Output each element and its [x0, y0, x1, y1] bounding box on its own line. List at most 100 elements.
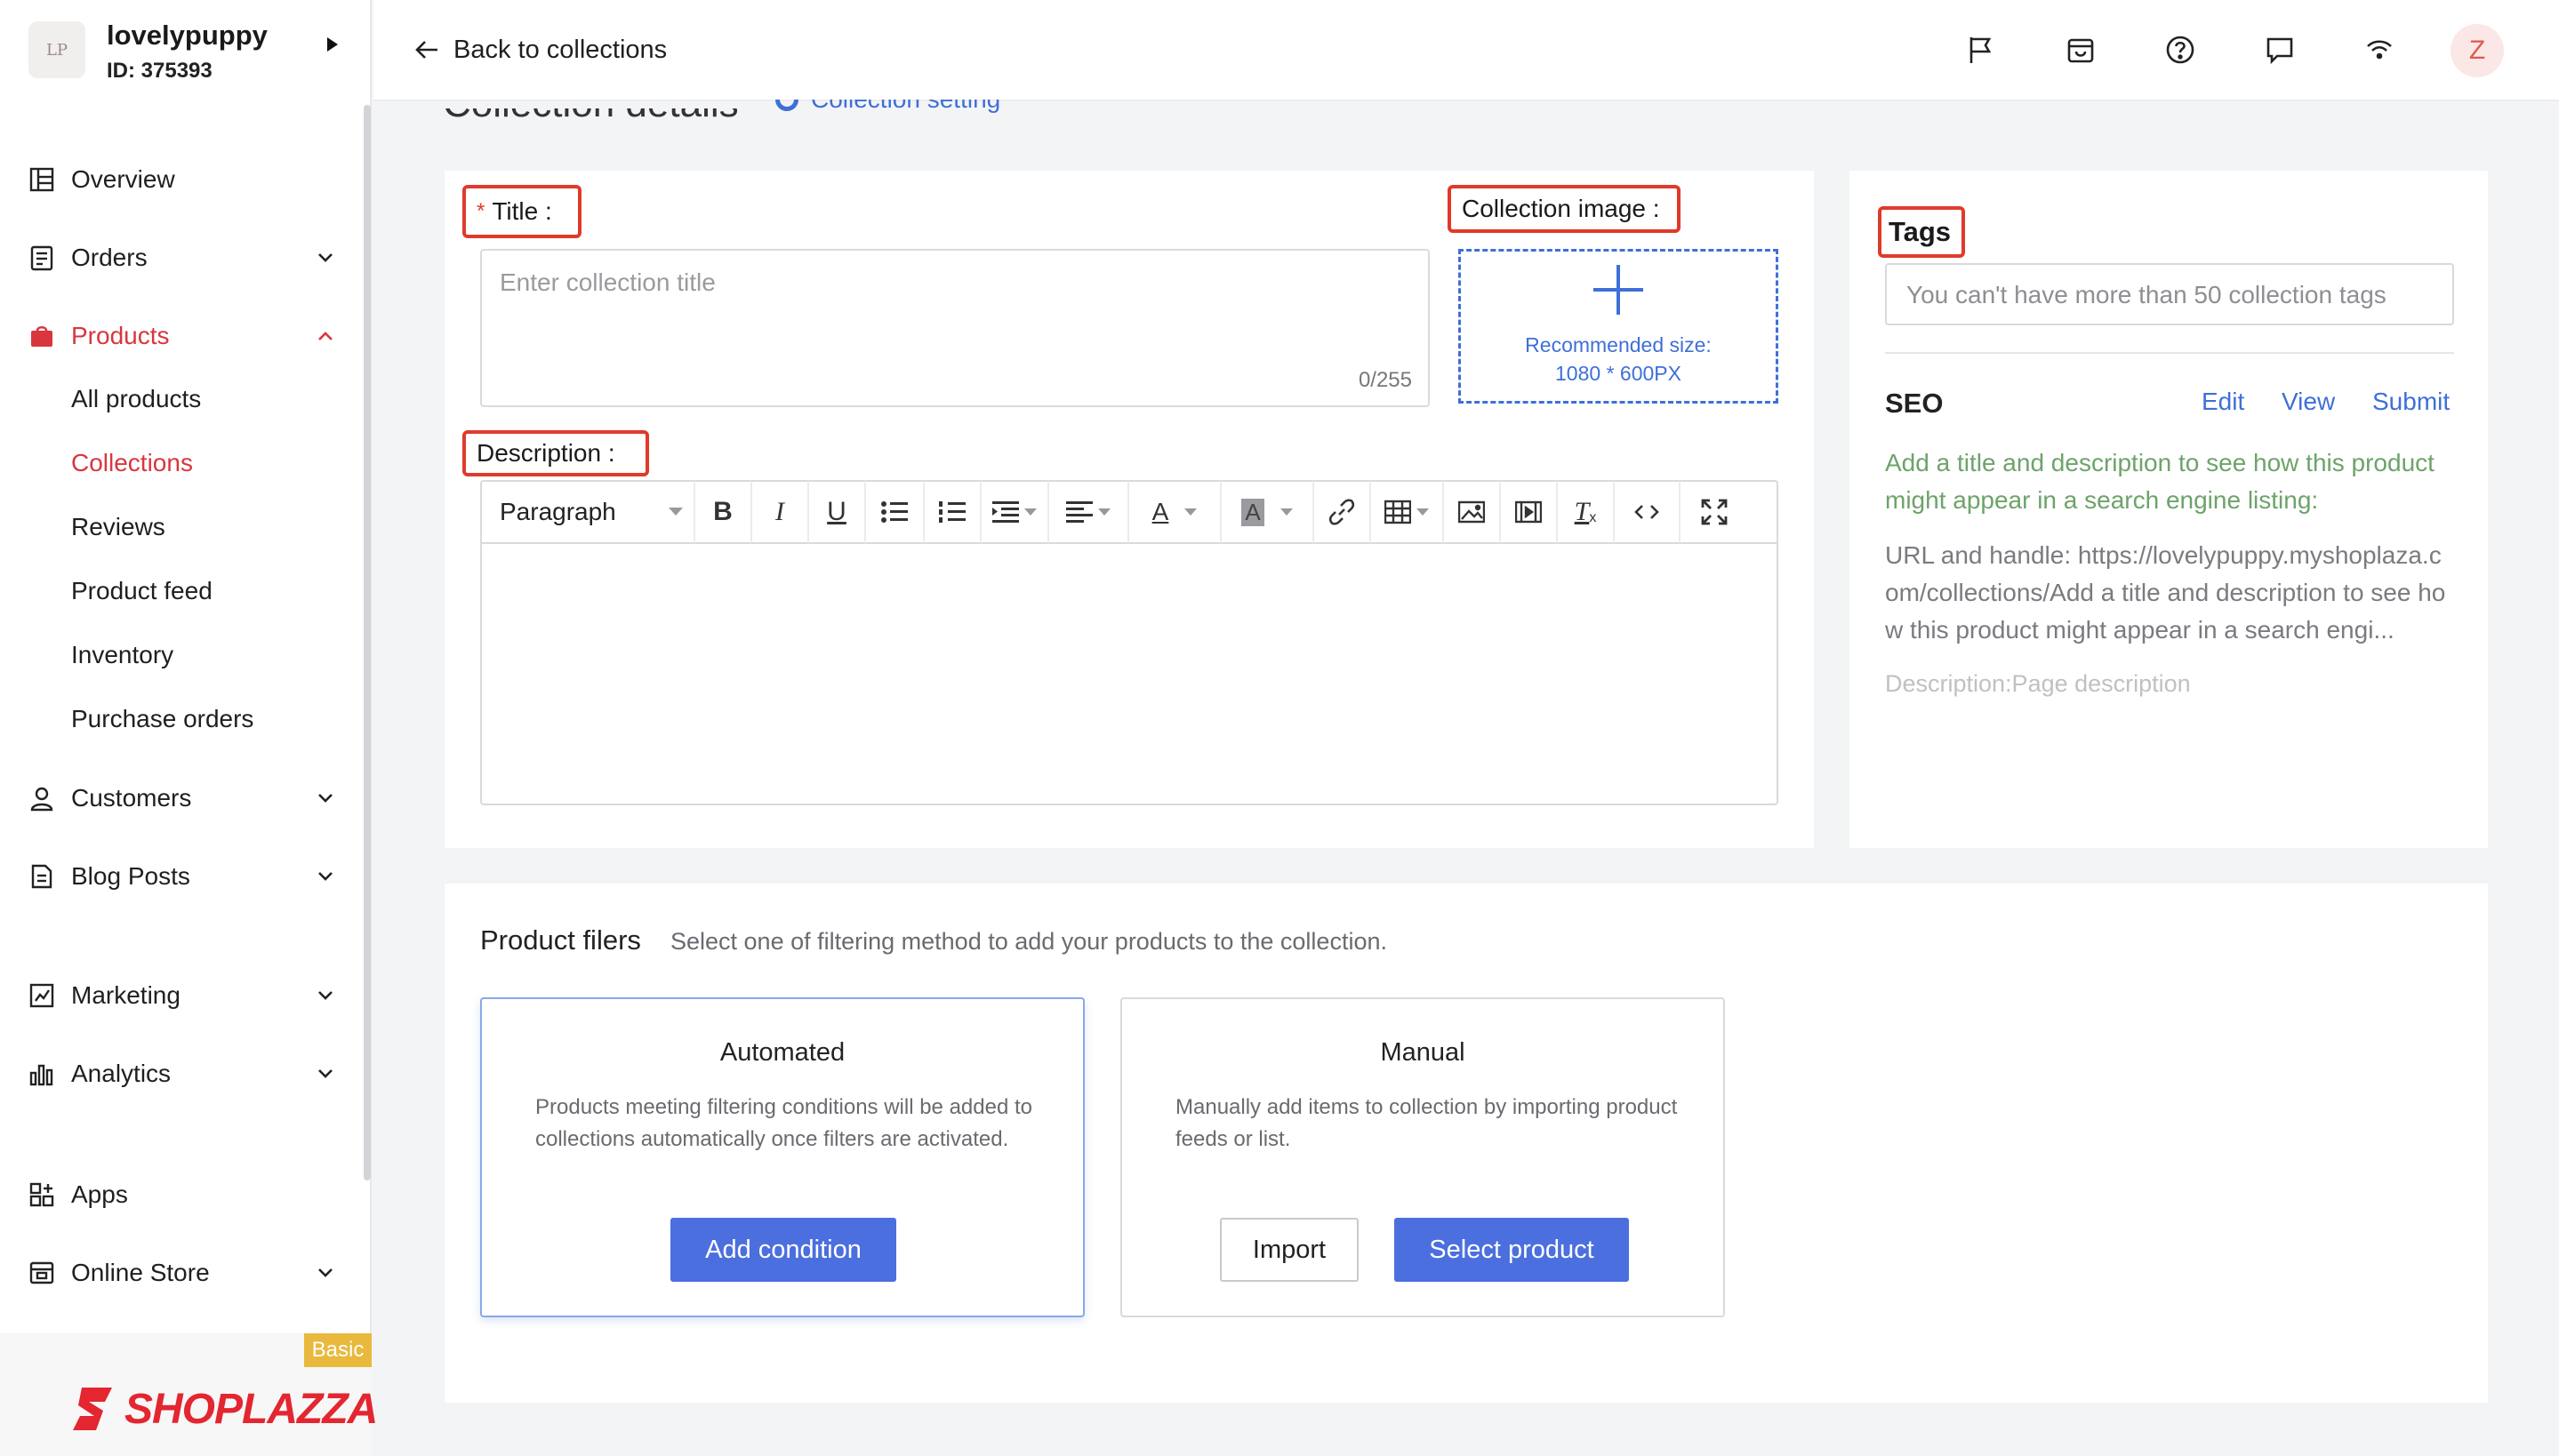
help-icon[interactable]	[2162, 32, 2198, 68]
sidebar-item-label: Blog Posts	[71, 862, 190, 890]
caret-down-icon	[1280, 508, 1293, 516]
plan-badge: Basic	[304, 1333, 372, 1367]
product-filters-subtitle: Select one of filtering method to add yo…	[670, 928, 1387, 955]
flag-icon[interactable]	[1963, 32, 1999, 68]
chevron-down-icon	[313, 786, 338, 811]
paragraph-format-value: Paragraph	[500, 498, 616, 525]
sidebar-sub-product-feed[interactable]: Product feed	[71, 569, 213, 613]
sidebar-item-apps[interactable]: Apps	[0, 1168, 356, 1221]
tags-input[interactable]	[1906, 281, 2440, 309]
sidebar-item-marketing[interactable]: Marketing	[0, 969, 356, 1022]
apps-icon	[28, 1181, 55, 1208]
sidebar-item-customers[interactable]: Customers	[0, 772, 356, 825]
font-color-icon[interactable]: A	[1129, 481, 1222, 543]
manual-description: Manually add items to collection by impo…	[1175, 1095, 1678, 1151]
brand-footer: Basic SHOPLAZZA	[0, 1333, 378, 1456]
seo-view-link[interactable]: View	[2282, 388, 2335, 416]
add-condition-button[interactable]: Add condition	[670, 1218, 896, 1282]
sidebar-item-blog-posts[interactable]: Blog Posts	[0, 850, 356, 903]
description-editor: Paragraph B I U A A T x	[480, 480, 1778, 805]
indent-icon[interactable]	[982, 481, 1049, 543]
sidebar-item-analytics[interactable]: Analytics	[0, 1047, 356, 1100]
chevron-down-icon	[313, 983, 338, 1008]
shoplazza-logo: SHOPLAZZA	[69, 1378, 378, 1440]
paragraph-format-select[interactable]: Paragraph	[482, 481, 695, 543]
video-icon[interactable]	[1501, 481, 1558, 543]
sidebar-item-online-store[interactable]: Online Store	[0, 1246, 356, 1300]
caret-down-icon	[1184, 508, 1198, 516]
seo-hint-text: Add a title and description to see how t…	[1885, 449, 2435, 514]
arrow-left-icon	[415, 41, 437, 59]
back-label: Back to collections	[453, 35, 668, 64]
seo-edit-link[interactable]: Edit	[2202, 388, 2244, 416]
code-view-icon[interactable]	[1615, 481, 1681, 543]
sidebar-item-label: Apps	[71, 1180, 128, 1208]
link-icon[interactable]	[1314, 481, 1371, 543]
analytics-icon	[28, 1060, 55, 1087]
orders-icon	[28, 244, 55, 271]
plus-icon	[1593, 265, 1643, 315]
user-avatar[interactable]: Z	[2451, 24, 2504, 77]
top-header: Back to collections Z	[373, 0, 2559, 101]
numbered-list-icon[interactable]	[925, 481, 982, 543]
manual-method-card[interactable]: Manual Manually add items to collection …	[1120, 997, 1725, 1317]
chevron-down-icon	[313, 1061, 338, 1086]
sidebar-item-label: Products	[71, 322, 170, 349]
automated-title: Automated	[719, 1038, 846, 1067]
automated-method-card[interactable]: Automated Products meeting filtering con…	[480, 997, 1085, 1317]
caret-down-icon	[1416, 508, 1429, 516]
tags-seo-card: Tags SEO Edit View Submit Add a title an…	[1849, 171, 2488, 848]
title-field[interactable]: 0/255	[480, 249, 1430, 407]
sidebar-item-label: Analytics	[71, 1060, 172, 1087]
title-char-count: 0/255	[1358, 368, 1412, 392]
bullet-list-icon[interactable]	[866, 481, 925, 543]
background-color-icon[interactable]: A	[1222, 481, 1314, 543]
sidebar-item-overview[interactable]: Overview	[0, 153, 356, 206]
title-input[interactable]	[500, 268, 1389, 297]
tags-field[interactable]	[1885, 263, 2454, 325]
caret-down-icon	[1098, 508, 1111, 516]
editor-toolbar: Paragraph B I U A A T x	[482, 481, 1777, 544]
chevron-up-icon	[313, 324, 338, 348]
sidebar-sub-all-products[interactable]: All products	[71, 377, 201, 421]
store-expand-icon[interactable]	[324, 34, 341, 61]
storefront-icon[interactable]	[2063, 32, 2098, 68]
sidebar: LP lovelypuppy ID: 375393 Overview Order…	[0, 0, 378, 1456]
clear-format-icon[interactable]: Tx	[1558, 481, 1615, 543]
required-mark: *	[477, 199, 485, 223]
bold-icon[interactable]: B	[695, 481, 752, 543]
store-avatar: LP	[28, 21, 85, 78]
sidebar-scrollbar[interactable]	[364, 105, 371, 1180]
store-switcher[interactable]: LP lovelypuppy ID: 375393	[28, 20, 366, 94]
store-id: ID: 375393	[107, 59, 213, 83]
seo-description-preview: Description:Page description	[1885, 670, 2191, 697]
seo-submit-link[interactable]: Submit	[2372, 388, 2450, 416]
description-editor-body[interactable]	[482, 544, 1777, 804]
wifi-icon[interactable]	[2362, 32, 2397, 68]
message-icon[interactable]	[2262, 32, 2298, 68]
description-label: Description :	[462, 430, 649, 476]
seo-title: SEO	[1885, 388, 1944, 419]
fullscreen-icon[interactable]	[1681, 481, 1748, 543]
shoplazza-mark-icon	[73, 1388, 112, 1430]
select-product-button[interactable]: Select product	[1394, 1218, 1629, 1282]
image-icon[interactable]	[1444, 481, 1501, 543]
manual-title: Manual	[1380, 1038, 1465, 1067]
sidebar-item-label: Online Store	[71, 1259, 210, 1286]
align-icon[interactable]	[1049, 481, 1129, 543]
sidebar-item-orders[interactable]: Orders	[0, 231, 356, 284]
sidebar-sub-purchase-orders[interactable]: Purchase orders	[71, 697, 253, 741]
collection-image-upload[interactable]: Recommended size: 1080 * 600PX	[1458, 249, 1778, 404]
italic-icon[interactable]: I	[752, 481, 809, 543]
table-icon[interactable]	[1371, 481, 1444, 543]
back-to-collections-link[interactable]: Back to collections	[414, 32, 667, 68]
underline-icon[interactable]: U	[809, 481, 866, 543]
sidebar-sub-reviews[interactable]: Reviews	[71, 505, 165, 549]
import-button[interactable]: Import	[1220, 1218, 1359, 1282]
sidebar-sub-collections[interactable]: Collections	[71, 441, 193, 485]
sidebar-sub-inventory[interactable]: Inventory	[71, 633, 173, 677]
chevron-down-icon	[313, 245, 338, 270]
chevron-down-icon	[313, 1260, 338, 1285]
sidebar-item-products[interactable]: Products	[0, 309, 356, 363]
sidebar-item-label: Customers	[71, 784, 192, 812]
